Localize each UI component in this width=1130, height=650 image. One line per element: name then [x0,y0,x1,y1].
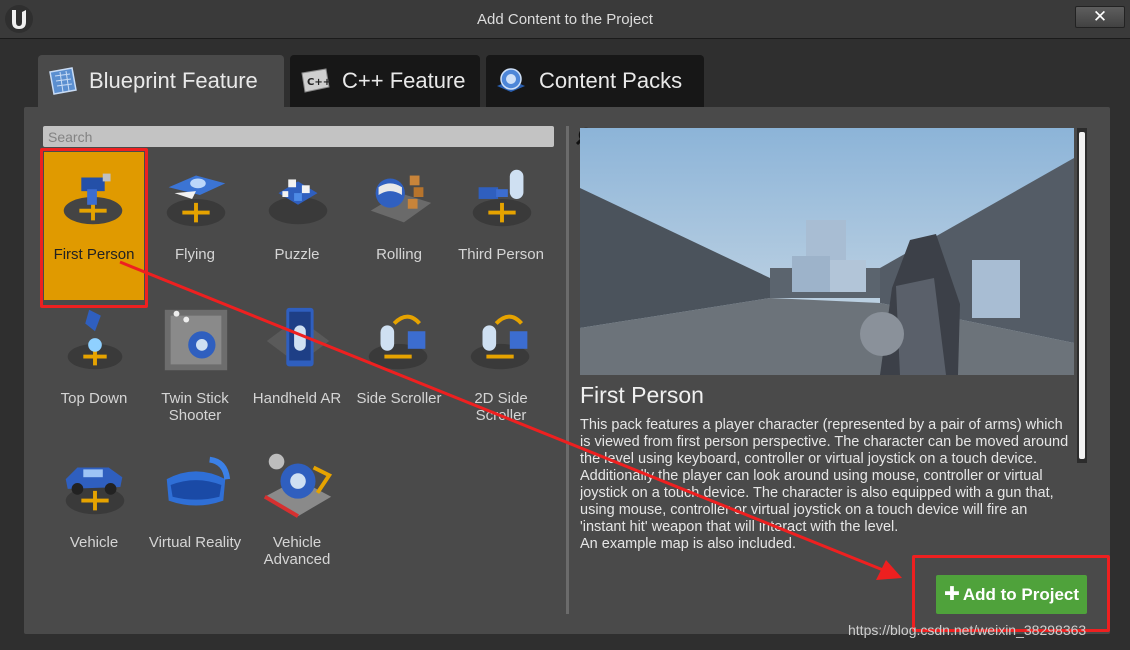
watermark-text: https://blog.csdn.net/weixin_38298363 [848,622,1087,638]
annotation-arrow [119,260,902,580]
